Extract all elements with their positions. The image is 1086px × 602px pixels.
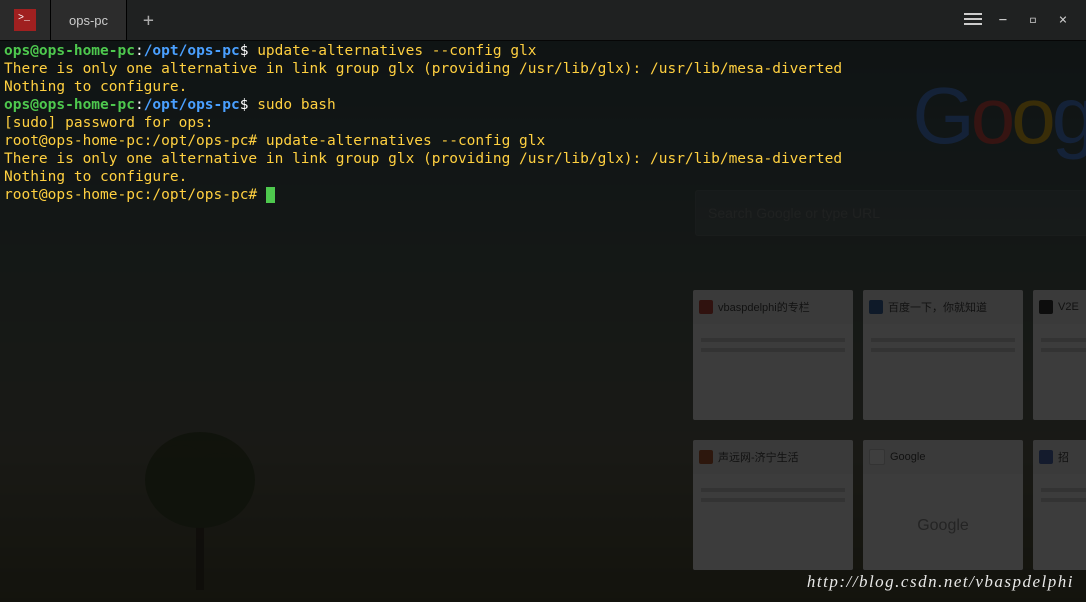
desktop-screen: Googl Search Google or type URL vbaspdel… [0, 0, 1086, 602]
watermark: http://blog.csdn.net/vbaspdelphi [807, 572, 1074, 592]
terminal-icon [14, 9, 36, 31]
titlebar[interactable]: ops-pc + − ▫ × [0, 0, 1086, 41]
terminal-tab[interactable]: ops-pc [51, 0, 127, 40]
cursor [266, 187, 275, 203]
terminal-output[interactable]: ops@ops-home-pc:/opt/ops-pc$ update-alte… [0, 40, 1086, 602]
close-button[interactable]: × [1054, 12, 1072, 28]
hamburger-menu-icon[interactable] [964, 13, 982, 27]
minimize-button[interactable]: − [994, 12, 1012, 28]
maximize-button[interactable]: ▫ [1024, 12, 1042, 28]
terminal-window: ops-pc + − ▫ × ops@ops-home-pc:/opt/ops-… [0, 0, 1086, 602]
new-tab-button[interactable]: + [127, 10, 170, 31]
tab-title: ops-pc [69, 13, 108, 28]
app-icon-tab[interactable] [0, 0, 51, 40]
